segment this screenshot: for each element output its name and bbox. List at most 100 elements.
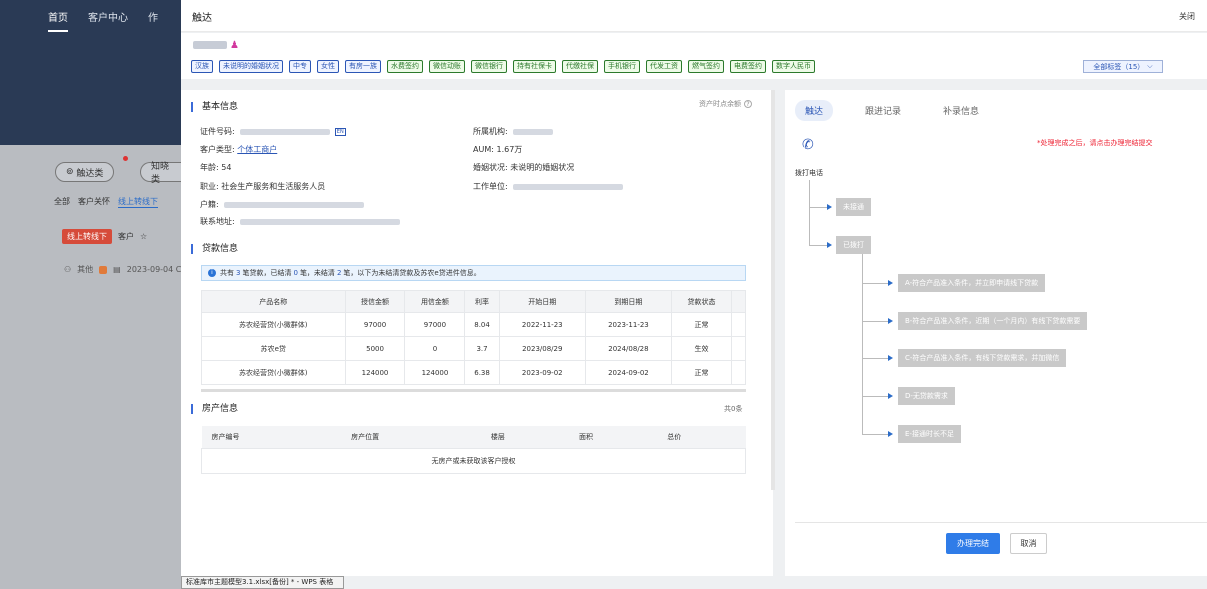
table-cell: 2023/08/29 [498,336,586,361]
table-cell: 6.38 [464,360,500,385]
table-cell: 97000 [404,312,466,337]
close-button[interactable]: 关闭 [1179,11,1195,22]
column-header: 利率 [464,290,500,313]
touch-type-pill[interactable]: ⊚ 触达类 [55,162,115,182]
tag-list: 汉族 未说明的婚姻状况 中专 女性 有房一族 水费签约 微信动账 微信银行 持有… [191,60,815,73]
column-header: 楼层 [480,426,570,449]
touch-modal: 触达 关闭 ♟ 汉族 未说明的婚姻状况 中专 女性 有房一族 水费签约 微信动账… [181,0,1207,589]
chevron-down-icon: ⌵ [1147,62,1153,70]
tag-item: 微信银行 [471,60,507,73]
status-tag: 线上转线下 [62,229,112,244]
customer-band: ♟ 汉族 未说明的婚姻状况 中专 女性 有房一族 水费签约 微信动账 微信银行 … [181,33,1207,79]
section-title-loan: 贷款信息 [191,244,238,254]
complete-button[interactable]: 办理完结 [946,533,1000,554]
background-nav: 首页 客户中心 作 [0,0,181,32]
hukou-field: 户籍: [200,199,364,210]
table-cell: 2022-11-23 [498,312,586,337]
tree-line [809,245,827,246]
arrow-right-icon [827,204,832,210]
flow-option[interactable]: D-无贷款需求 [898,387,955,405]
background-body [0,145,181,589]
aum-field: AUM: 1.67万 [473,145,523,154]
nav-work[interactable]: 作 [148,9,158,24]
section-title-house: 房产信息 [191,404,238,414]
flow-option[interactable]: A-符合产品准入条件，并立即申请线下贷款 [898,274,1046,292]
tag-item: 汉族 [191,60,213,73]
table-row: 苏农经营贷(小微群体) 124000 124000 6.38 2023-09-0… [201,360,746,385]
table-cell [731,336,746,361]
phone-label: 拨打电话 [795,169,823,177]
arrow-right-icon [888,355,893,361]
help-icon[interactable]: ? [744,100,752,108]
modal-header: 触达 关闭 [181,0,1207,32]
column-header: 用信金额 [404,290,466,313]
nav-home[interactable]: 首页 [48,9,68,32]
column-header: 房产编号 [201,426,342,449]
table-row: 苏农经营贷(小微群体) 97000 97000 8.04 2022-11-23 … [201,312,746,337]
masked-value [512,183,623,190]
nav-customer-center[interactable]: 客户中心 [88,9,128,24]
flow-node[interactable]: 已拨打 [836,236,871,254]
tab-follow-up[interactable]: 跟进记录 [855,100,911,121]
customer-type-link[interactable]: 个体工商户 [237,144,277,155]
right-tabs: 触达 跟进记录 补录信息 [795,100,1011,121]
masked-value [512,128,553,135]
phone-icon[interactable]: ✆ [802,137,814,153]
column-header: 面积 [569,426,658,449]
masked-value [239,218,400,225]
table-horizontal-scrollbar[interactable] [201,389,746,392]
background-tabs: 全部 客户关怀 线上转线下 [54,196,158,208]
table-cell: 124000 [344,360,406,385]
flow-option[interactable]: C-符合产品准入条件，有线下贷款需求，并加微信 [898,349,1067,367]
background-meta: ⚇ 其他 ▤ 2023-09-04 C [64,264,181,275]
tree-line [862,358,888,359]
flow-node[interactable]: 未接通 [836,198,871,216]
column-header-extra [731,290,746,313]
table-cell: 2023-09-02 [498,360,586,385]
tag-item: 水费签约 [387,60,423,73]
tag-item: 数字人民币 [772,60,815,73]
job-field: 职业: 社会生产服务和生活服务人员 [200,182,326,191]
arrow-right-icon [888,318,893,324]
marital-field: 婚姻状况: 未说明的婚姻状况 [473,163,575,172]
flow-option[interactable]: B-符合产品准入条件，近期（一个月内）有线下贷款需要 [898,312,1088,330]
tag-item: 燃气签约 [688,60,724,73]
arrow-right-icon [888,393,893,399]
id-badge[interactable]: EN [334,127,346,136]
tab-all[interactable]: 全部 [54,196,70,208]
tab-supplement[interactable]: 补录信息 [933,100,989,121]
footer-divider [795,522,1207,523]
user-icon: ⚇ [64,265,72,274]
warning-text: *处理完成之后，请点击办理完结提交 [1037,139,1153,147]
table-cell: 正常 [671,360,732,385]
table-cell: 2024/08/28 [584,336,673,361]
flow-option[interactable]: E-接通时长不足 [898,425,961,443]
left-scrollbar[interactable] [771,90,775,490]
table-cell: 3.7 [464,336,500,361]
column-header: 到期日期 [584,290,673,313]
arrow-right-icon [827,242,832,248]
table-row: 苏农e贷 5000 0 3.7 2023/08/29 2024/08/28 生效 [201,336,746,361]
tag-item: 未说明的婚姻状况 [219,60,283,73]
tree-line [862,434,888,435]
address-field: 联系地址: [200,216,400,227]
tab-touch[interactable]: 触达 [795,100,834,121]
column-header: 产品名称 [201,290,346,313]
person-icon: ♟ [230,40,239,51]
tag-item: 持有社保卡 [513,60,556,73]
tree-line [809,207,827,208]
tree-line [862,283,888,284]
star-icon[interactable]: ☆ [140,232,147,241]
customer-prefix: 客户 [118,232,134,241]
table-cell: 97000 [344,312,406,337]
all-tags-dropdown[interactable]: 全部标签（15） ⌵ [1083,60,1163,73]
column-header: 总价 [657,426,746,449]
tag-item: 手机银行 [604,60,640,73]
know-type-pill[interactable]: 知晓类 [140,162,181,185]
cancel-button[interactable]: 取消 [1010,533,1047,554]
tab-online-offline[interactable]: 线上转线下 [118,196,158,208]
table-cell: 8.04 [464,312,500,337]
tab-care[interactable]: 客户关怀 [78,196,110,208]
column-header: 开始日期 [498,290,586,313]
tag-item: 微信动账 [429,60,465,73]
